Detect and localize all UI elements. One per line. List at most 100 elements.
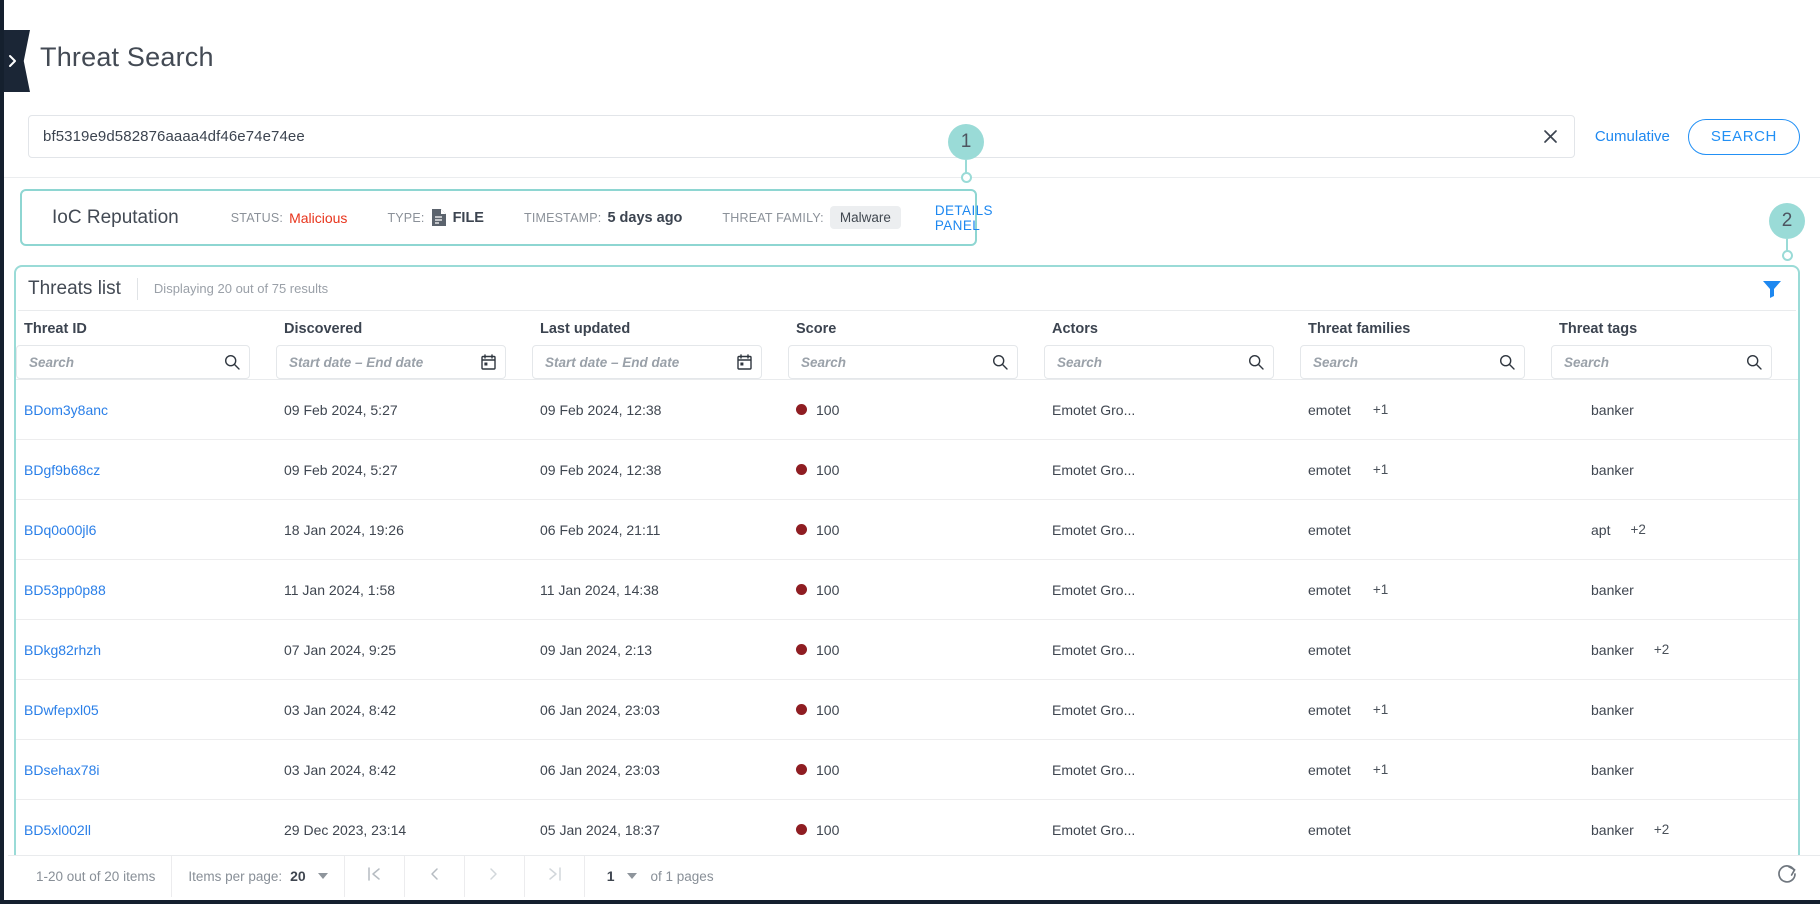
callout-badge-2: 2 <box>1769 203 1805 239</box>
cell-score: 100 <box>788 500 1044 560</box>
filter-input-score[interactable]: Search <box>788 345 1018 379</box>
table-row[interactable]: BDwfepxl0503 Jan 2024, 8:4206 Jan 2024, … <box>16 680 1798 740</box>
search-icon[interactable] <box>224 354 240 370</box>
threat-id-link[interactable]: BDsehax78i <box>24 762 100 778</box>
calendar-icon[interactable] <box>737 354 752 370</box>
ioc-type: TYPE: FILE <box>367 208 504 227</box>
column-discovered: Discovered Start date – End date <box>276 311 532 380</box>
table-row[interactable]: BDsehax78i03 Jan 2024, 8:4206 Jan 2024, … <box>16 740 1798 800</box>
threat-family-overflow-count[interactable]: +1 <box>1373 402 1388 417</box>
threat-tag-overflow-count[interactable]: +2 <box>1654 822 1669 837</box>
cell-threat-families: emotet+1 <box>1300 440 1551 500</box>
cell-threat-id: BDkg82rhzh <box>16 620 276 680</box>
score-value: 100 <box>816 402 839 418</box>
pagination-bar: 1-20 out of 20 items Items per page: 20 <box>8 855 1820 896</box>
refresh-button[interactable] <box>1776 863 1798 890</box>
details-panel-link[interactable]: DETAILS PANEL <box>935 203 993 233</box>
threat-id-link[interactable]: BDgf9b68cz <box>24 462 100 478</box>
cell-threat-tags: banker +2 <box>1551 800 1798 860</box>
first-page-button[interactable] <box>345 856 405 897</box>
sidebar-expand-toggle[interactable] <box>4 30 30 92</box>
threat-family-overflow-count[interactable]: +1 <box>1373 762 1388 777</box>
search-icon[interactable] <box>992 354 1008 370</box>
threat-id-link[interactable]: BDkg82rhzh <box>24 642 101 658</box>
threat-tag-value: banker <box>1591 462 1634 478</box>
ioc-timestamp: TIMESTAMP: 5 days ago <box>504 210 702 226</box>
threat-family-overflow-count[interactable]: +1 <box>1373 582 1388 597</box>
table-row[interactable]: BDom3y8anc09 Feb 2024, 5:2709 Feb 2024, … <box>16 380 1798 440</box>
cell-discovered: 07 Jan 2024, 9:25 <box>276 620 532 680</box>
threat-id-link[interactable]: BDq0o00jl6 <box>24 522 96 538</box>
search-input[interactable]: bf5319e9d582876aaaa4df46e74e74ee <box>28 115 1575 158</box>
calendar-icon[interactable] <box>481 354 496 370</box>
ioc-reputation-title: IoC Reputation <box>52 207 179 229</box>
filter-input-actors[interactable]: Search <box>1044 345 1274 379</box>
score-severity-dot <box>796 404 807 415</box>
search-input-value: bf5319e9d582876aaaa4df46e74e74ee <box>43 128 305 145</box>
threat-tag-value: banker <box>1591 822 1634 838</box>
filter-input-discovered[interactable]: Start date – End date <box>276 345 506 379</box>
column-title: Threat families <box>1300 321 1551 337</box>
cell-score: 100 <box>788 740 1044 800</box>
search-icon[interactable] <box>1499 354 1515 370</box>
cell-score: 100 <box>788 380 1044 440</box>
funnel-icon[interactable] <box>1762 280 1782 298</box>
threat-tag-value: apt <box>1591 522 1610 538</box>
cell-discovered: 09 Feb 2024, 5:27 <box>276 440 532 500</box>
callout-anchor-2 <box>1782 250 1793 261</box>
cell-threat-families: emotet <box>1300 500 1551 560</box>
page-title: Threat Search <box>40 42 214 73</box>
search-button[interactable]: SEARCH <box>1688 119 1800 155</box>
items-per-page-value: 20 <box>290 868 306 884</box>
items-range: 1-20 out of 20 items <box>8 856 172 897</box>
cell-actors: Emotet Gro... <box>1044 440 1300 500</box>
table-row[interactable]: BDq0o00jl618 Jan 2024, 19:2606 Feb 2024,… <box>16 500 1798 560</box>
threats-table-scroll[interactable]: Threat ID Search Discovered St <box>16 311 1798 863</box>
items-per-page-selector[interactable]: Items per page: 20 <box>172 856 344 897</box>
search-icon[interactable] <box>1746 354 1762 370</box>
cell-discovered: 03 Jan 2024, 8:42 <box>276 740 532 800</box>
threats-table-body: BDom3y8anc09 Feb 2024, 5:2709 Feb 2024, … <box>16 380 1798 860</box>
last-page-button[interactable] <box>525 856 585 897</box>
cell-last-updated: 06 Feb 2024, 21:11 <box>532 500 788 560</box>
table-row[interactable]: BDkg82rhzh07 Jan 2024, 9:2509 Jan 2024, … <box>16 620 1798 680</box>
threat-id-link[interactable]: BD53pp0p88 <box>24 582 106 598</box>
cell-discovered: 29 Dec 2023, 23:14 <box>276 800 532 860</box>
chevron-down-icon[interactable] <box>627 873 637 879</box>
threat-tag-overflow-count[interactable]: +2 <box>1654 642 1669 657</box>
cumulative-link[interactable]: Cumulative <box>1595 128 1670 145</box>
filter-input-threat-families[interactable]: Search <box>1300 345 1525 379</box>
filter-input-threat-id[interactable]: Search <box>16 345 250 379</box>
threat-id-link[interactable]: BD5xl002ll <box>24 822 91 838</box>
threat-id-link[interactable]: BDom3y8anc <box>24 402 108 418</box>
table-row[interactable]: BD5xl002ll29 Dec 2023, 23:1405 Jan 2024,… <box>16 800 1798 860</box>
callout-anchor-1 <box>961 172 972 183</box>
cell-threat-families: emotet <box>1300 800 1551 860</box>
chevron-right-icon <box>7 54 19 68</box>
refresh-icon <box>1776 863 1798 890</box>
threat-id-link[interactable]: BDwfepxl05 <box>24 702 99 718</box>
search-icon[interactable] <box>1248 354 1264 370</box>
file-icon <box>431 208 447 227</box>
threat-family-overflow-count[interactable]: +1 <box>1373 702 1388 717</box>
next-page-button[interactable] <box>465 856 525 897</box>
search-row: bf5319e9d582876aaaa4df46e74e74ee Cumulat… <box>28 115 1800 158</box>
of-pages-label: of 1 pages <box>651 869 714 884</box>
callout-badge-1: 1 <box>948 124 984 160</box>
cell-threat-families: emotet+1 <box>1300 680 1551 740</box>
clear-search-icon[interactable] <box>1540 126 1562 148</box>
filter-input-last-updated[interactable]: Start date – End date <box>532 345 762 379</box>
ioc-threat-family-label: THREAT FAMILY: <box>722 211 823 225</box>
cell-threat-tags: banker <box>1551 380 1798 440</box>
chevron-down-icon[interactable] <box>318 873 328 879</box>
table-row[interactable]: BD53pp0p8811 Jan 2024, 1:5811 Jan 2024, … <box>16 560 1798 620</box>
filter-input-threat-tags[interactable]: Search <box>1551 345 1772 379</box>
table-row[interactable]: BDgf9b68cz09 Feb 2024, 5:2709 Feb 2024, … <box>16 440 1798 500</box>
threat-tag-overflow-count[interactable]: +2 <box>1630 522 1645 537</box>
page-selector[interactable]: 1 of 1 pages <box>585 856 730 897</box>
score-value: 100 <box>816 642 839 658</box>
threat-family-overflow-count[interactable]: +1 <box>1373 462 1388 477</box>
cell-score: 100 <box>788 440 1044 500</box>
previous-page-button[interactable] <box>405 856 465 897</box>
filter-placeholder: Search <box>29 355 74 370</box>
